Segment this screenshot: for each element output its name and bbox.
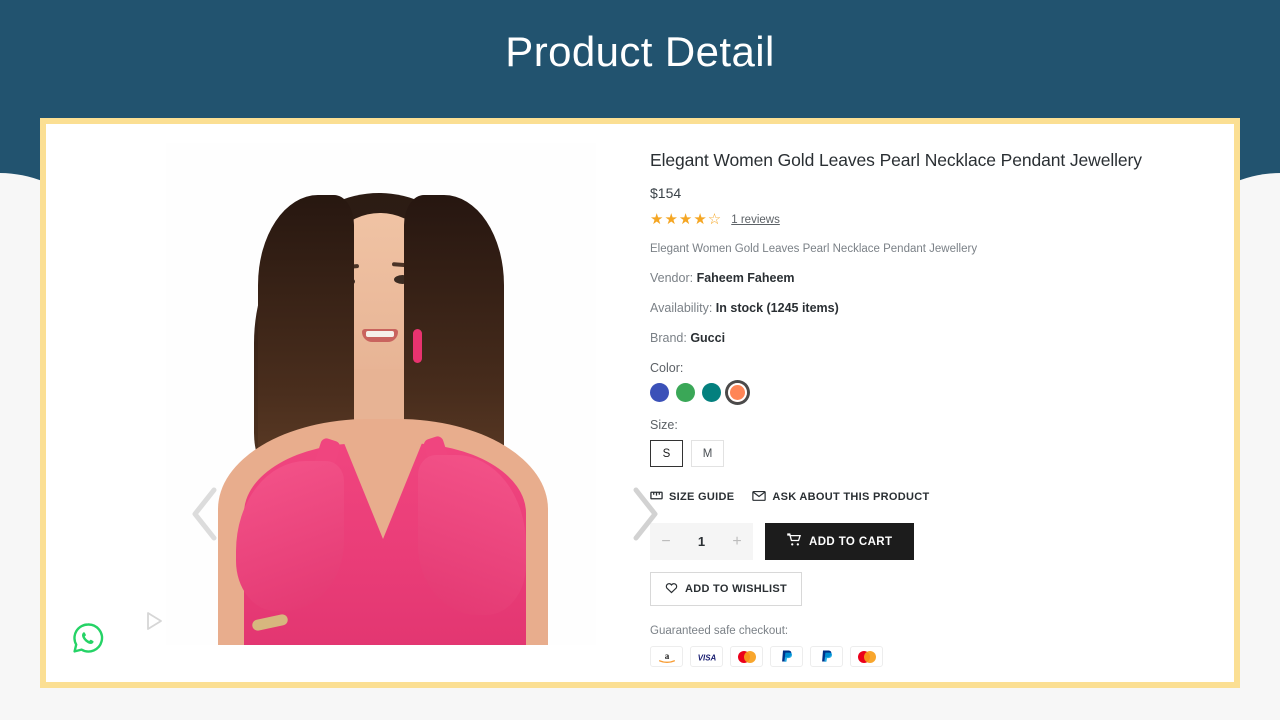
safe-checkout-label: Guaranteed safe checkout: (650, 625, 789, 637)
ask-about-product-link[interactable]: ASK ABOUT THIS PRODUCT (752, 489, 929, 505)
play-icon[interactable] (143, 610, 165, 632)
vendor-row: Vendor: Faheem Faheem (650, 271, 1210, 285)
quantity-increase-button[interactable]: + (721, 533, 753, 551)
star-rating-icon: ★★★★☆ (650, 211, 723, 228)
svg-text:a: a (664, 650, 669, 660)
purchase-row: − 1 + ADD TO CART (650, 523, 1210, 560)
size-option-m[interactable]: M (691, 440, 724, 467)
product-description: Elegant Women Gold Leaves Pearl Necklace… (650, 243, 978, 255)
size-options: S M (650, 440, 1210, 467)
envelope-icon (752, 489, 767, 505)
product-details: Elegant Women Gold Leaves Pearl Necklace… (650, 150, 1210, 667)
paypal-icon[interactable] (770, 646, 803, 667)
size-guide-label: SIZE GUIDE (669, 491, 735, 503)
color-swatch-green[interactable] (676, 383, 695, 402)
add-to-cart-label: ADD TO CART (809, 535, 893, 548)
whatsapp-icon[interactable] (70, 620, 106, 656)
product-photo (166, 143, 596, 645)
availability-label: Availability: (650, 301, 713, 315)
color-swatch-orange[interactable] (728, 383, 747, 402)
heart-icon (665, 582, 678, 597)
paypal-icon[interactable] (810, 646, 843, 667)
product-price: $154 (650, 185, 682, 201)
info-links: SIZE GUIDE ASK ABOUT THIS PRODUCT (650, 489, 1210, 505)
reviews-link[interactable]: 1 reviews (731, 214, 780, 226)
add-to-cart-button[interactable]: ADD TO CART (765, 523, 915, 560)
product-gallery (46, 124, 658, 682)
mastercard-icon[interactable] (850, 646, 883, 667)
visa-icon[interactable]: VISA (690, 646, 723, 667)
add-to-wishlist-button[interactable]: ADD TO WISHLIST (650, 572, 802, 606)
add-to-wishlist-label: ADD TO WISHLIST (684, 583, 788, 595)
page-title: Product Detail (505, 28, 775, 75)
size-label: Size: (650, 418, 678, 432)
size-option-s[interactable]: S (650, 440, 683, 467)
gallery-next-arrow[interactable] (624, 474, 668, 554)
vendor-label: Vendor: (650, 271, 694, 285)
color-swatch-teal[interactable] (702, 383, 721, 402)
color-swatches (650, 383, 1210, 402)
shopping-cart-icon (787, 533, 802, 550)
color-swatch-blue[interactable] (650, 383, 669, 402)
quantity-value[interactable]: 1 (682, 534, 721, 549)
ask-about-product-label: ASK ABOUT THIS PRODUCT (772, 491, 930, 503)
main-product-image[interactable] (166, 143, 596, 645)
chevron-right-icon (631, 486, 661, 542)
payment-methods: a VISA (650, 646, 1210, 667)
amazon-pay-icon[interactable]: a (650, 646, 683, 667)
chevron-left-icon (189, 486, 219, 542)
page-root: Product Detail Elegant Women Gold Leaves… (0, 0, 1280, 720)
svg-text:VISA: VISA (697, 653, 716, 662)
rating-row: ★★★★☆ 1 reviews (650, 212, 1210, 227)
availability-row: Availability: In stock (1245 items) (650, 301, 1210, 315)
availability-value: In stock (1245 items) (715, 301, 839, 315)
gallery-prev-arrow[interactable] (182, 474, 226, 554)
product-title: Elegant Women Gold Leaves Pearl Necklace… (650, 150, 1142, 170)
brand-value: Gucci (690, 331, 726, 345)
brand-row: Brand: Gucci (650, 331, 1210, 345)
vendor-value: Faheem Faheem (696, 271, 795, 285)
mastercard-icon[interactable] (730, 646, 763, 667)
product-card: Elegant Women Gold Leaves Pearl Necklace… (40, 118, 1240, 688)
color-label: Color: (650, 361, 684, 375)
brand-label: Brand: (650, 331, 687, 345)
